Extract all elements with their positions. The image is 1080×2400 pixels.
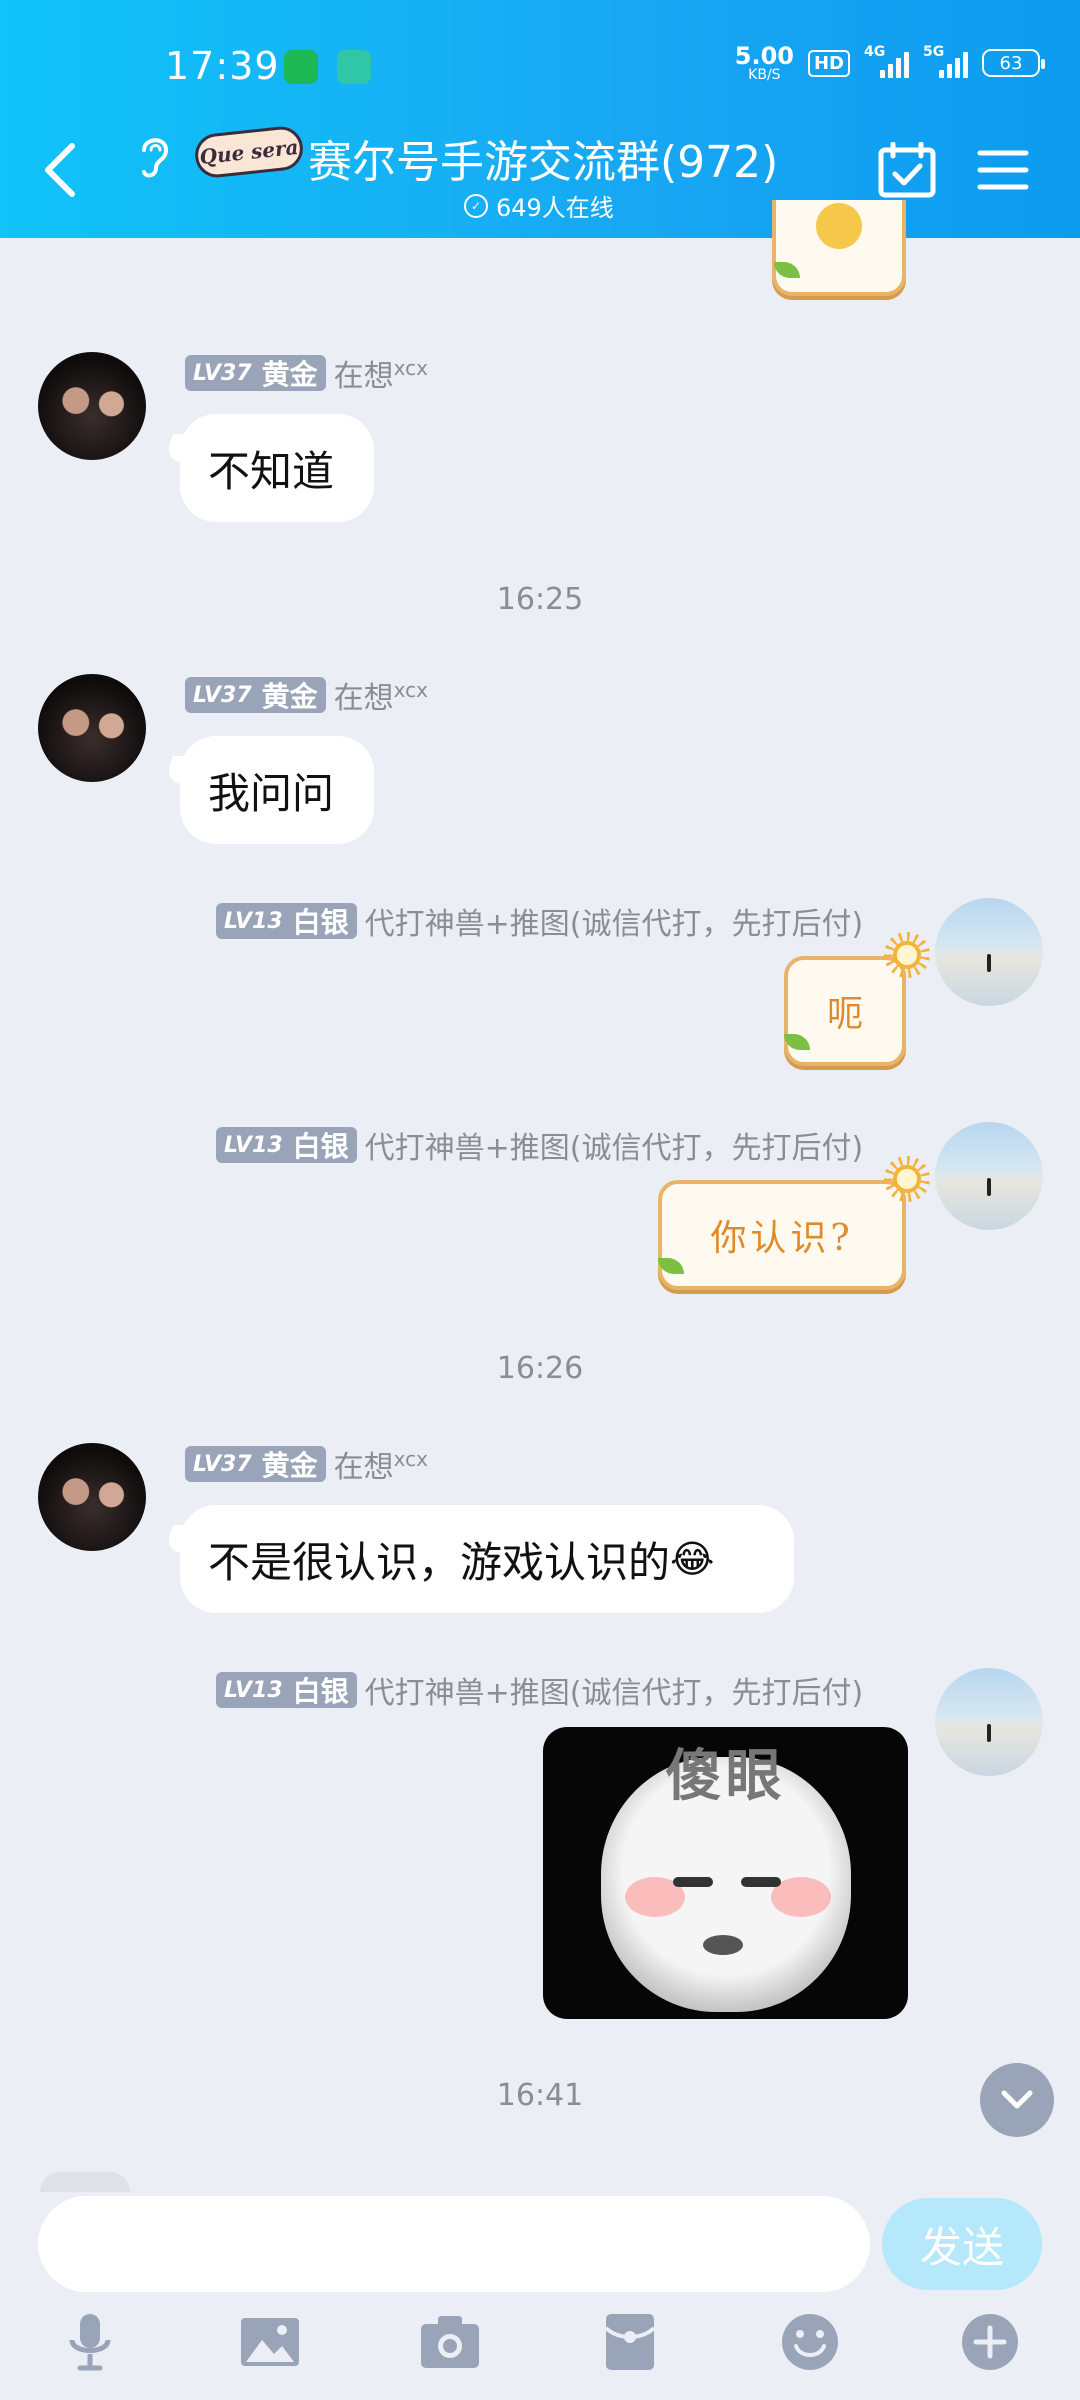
signal-5g-icon: 5G [923, 44, 968, 78]
chevron-down-icon [1001, 2090, 1033, 2109]
message-bubble[interactable]: 不知道 [180, 414, 374, 522]
ear-icon[interactable] [136, 132, 172, 180]
emoji-icon[interactable] [778, 2310, 842, 2374]
camera-icon[interactable] [418, 2310, 482, 2374]
sender-meta: LV37 黄金 在想xcx [185, 351, 428, 395]
plus-icon[interactable] [958, 2310, 1022, 2374]
level-badge: LV37 黄金 [185, 677, 326, 713]
online-icon: ✓ [464, 193, 488, 218]
partial-avatar [40, 2172, 130, 2192]
timestamp: 16:26 [496, 1351, 584, 1386]
message-bubble[interactable]: 不是很认识，游戏认识的 😂 [180, 1505, 794, 1613]
video-app-icon [284, 50, 318, 84]
status-time: 17:39 [165, 44, 280, 88]
timestamp: 16:41 [496, 2078, 584, 2113]
calendar-check-icon[interactable] [878, 142, 936, 198]
avatar-gold-user[interactable] [38, 1443, 146, 1551]
level-badge: LV37 黄金 [185, 355, 326, 391]
level-badge: LV13 白银 [216, 1672, 357, 1708]
message-input[interactable] [38, 2196, 870, 2292]
sender-meta: LV13 白银 代打神兽+推图(诚信代打，先打后付) [216, 1668, 863, 1712]
microphone-icon[interactable] [58, 2310, 122, 2374]
scroll-down-button[interactable] [980, 2063, 1054, 2137]
sticker-partial[interactable] [772, 200, 906, 296]
avatar-silver-user[interactable] [935, 1668, 1043, 1776]
battery-icon: 63 [982, 49, 1045, 77]
leaf-icon [784, 1034, 810, 1050]
level-badge: LV13 白银 [216, 1127, 357, 1163]
sender-meta: LV37 黄金 在想xcx [185, 673, 428, 717]
menu-icon[interactable] [977, 148, 1029, 192]
timestamp: 16:25 [496, 582, 584, 617]
red-packet-icon[interactable] [598, 2310, 662, 2374]
status-indicators: 5.00 KB/S HD 4G 5G 63 [734, 42, 1045, 83]
image-icon[interactable] [238, 2310, 302, 2374]
avatar-silver-user[interactable] [935, 1122, 1043, 1230]
sun-icon [884, 1156, 930, 1202]
level-badge: LV13 白银 [216, 903, 357, 939]
panda-meme-image[interactable]: 傻眼 [543, 1727, 908, 2019]
sticker-message[interactable]: 你认识? [658, 1156, 930, 1290]
avatar-silver-user[interactable] [935, 898, 1043, 1006]
sender-nickname[interactable]: 代打神兽+推图(诚信代打，先打后付) [365, 899, 864, 943]
avatar-gold-user[interactable] [38, 352, 146, 460]
group-title[interactable]: 赛尔号手游交流群(972) [308, 126, 778, 190]
hd-icon: HD [807, 49, 850, 77]
signal-4g-icon: 4G [864, 44, 909, 78]
sender-nickname[interactable]: 在想xcx [334, 673, 428, 717]
chat-app-icon [337, 50, 371, 84]
back-icon[interactable] [40, 140, 80, 200]
sender-meta: LV37 黄金 在想xcx [185, 1442, 428, 1486]
sun-icon [884, 932, 930, 978]
group-logo: Que sera [192, 124, 306, 180]
sender-nickname[interactable]: 在想xcx [334, 351, 428, 395]
sender-nickname[interactable]: 在想xcx [334, 1442, 428, 1486]
avatar-gold-user[interactable] [38, 674, 146, 782]
net-speed: 5.00 KB/S [734, 42, 794, 83]
message-bubble[interactable]: 我问问 [180, 736, 374, 844]
leaf-icon [658, 1258, 684, 1274]
sender-meta: LV13 白银 代打神兽+推图(诚信代打，先打后付) [216, 1123, 863, 1167]
level-badge: LV37 黄金 [185, 1446, 326, 1482]
laughing-emoji: 😂 [670, 1537, 715, 1581]
sticker-message[interactable]: 呃 [784, 932, 930, 1066]
sender-nickname[interactable]: 代打神兽+推图(诚信代打，先打后付) [365, 1123, 864, 1167]
meme-caption: 傻眼 [665, 1744, 786, 1809]
sender-meta: LV13 白银 代打神兽+推图(诚信代打，先打后付) [216, 899, 863, 943]
sender-nickname[interactable]: 代打神兽+推图(诚信代打，先打后付) [365, 1668, 864, 1712]
chat-header: 17:39 5.00 KB/S HD 4G 5G 63 Que sera 赛尔号… [0, 0, 1080, 238]
online-count[interactable]: ✓ 649人在线 [464, 188, 614, 223]
input-toolbar [0, 2310, 1080, 2400]
send-button[interactable]: 发送 [882, 2198, 1042, 2290]
